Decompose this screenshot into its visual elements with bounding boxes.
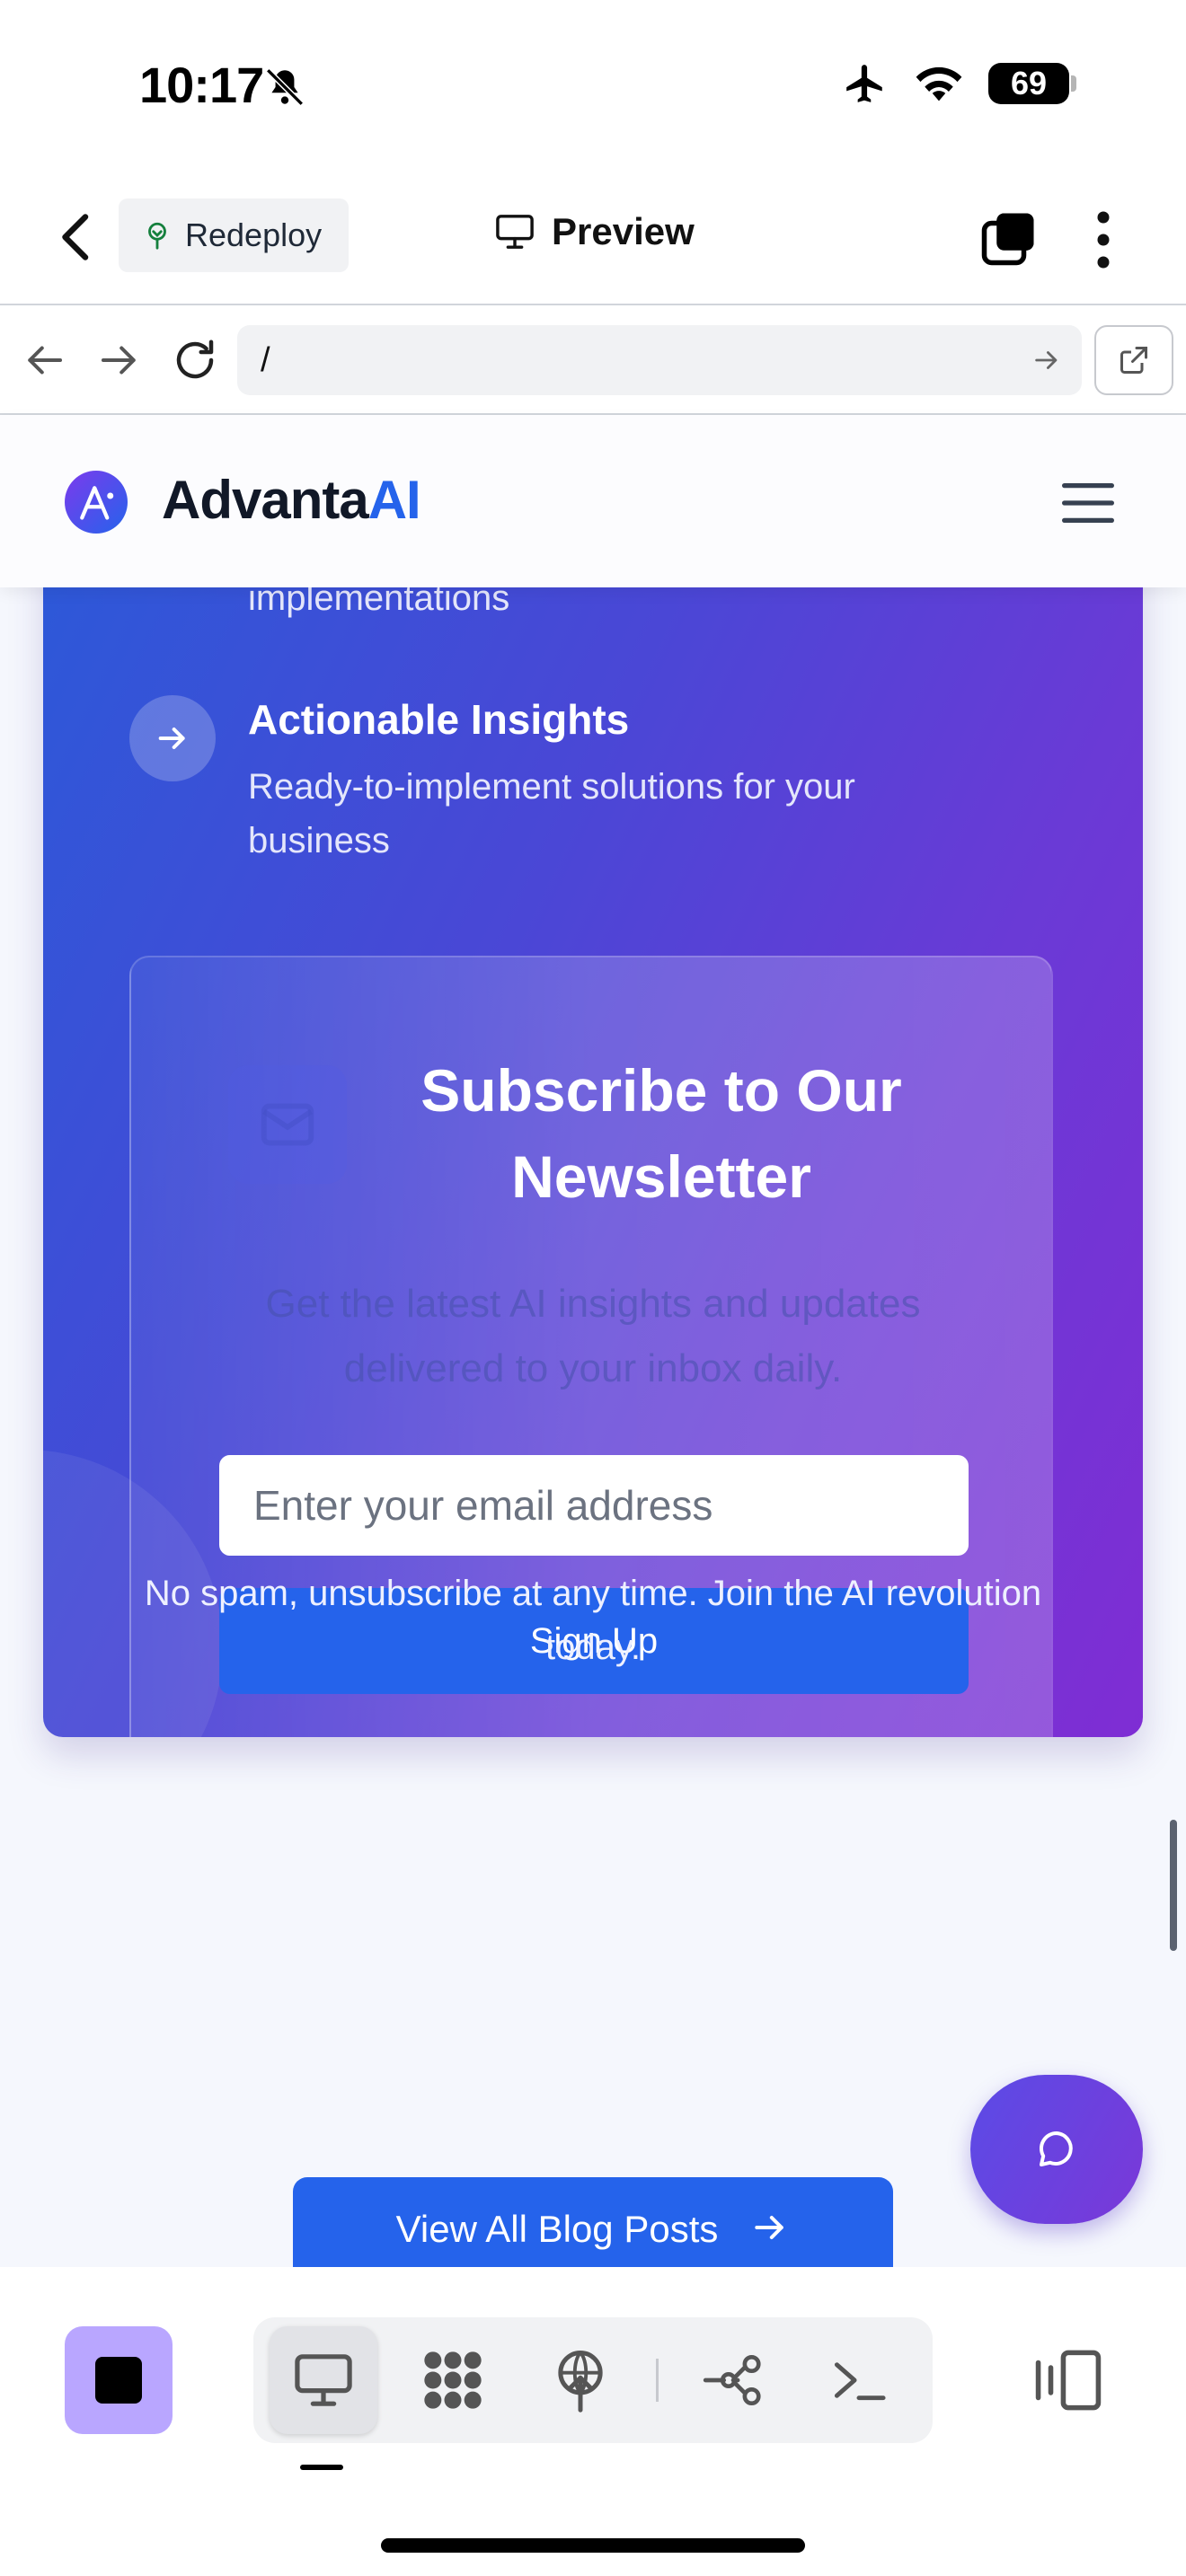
deploy-tree-icon xyxy=(148,222,166,250)
newsletter-icon-box xyxy=(228,1065,347,1184)
wifi-icon xyxy=(916,66,962,101)
redeploy-label: Redeploy xyxy=(185,216,323,253)
email-input[interactable] xyxy=(219,1455,969,1556)
go-arrow-icon[interactable] xyxy=(1031,345,1062,375)
desktop-preview-button[interactable] xyxy=(270,2326,377,2434)
branch-button[interactable] xyxy=(679,2326,787,2434)
newsletter-description: Get the latest AI insights and updates d… xyxy=(265,1282,921,1390)
chat-button[interactable] xyxy=(970,2075,1143,2224)
deploy-icon xyxy=(558,2351,603,2413)
newsletter-title: Subscribe to Our Newsletter xyxy=(420,1057,902,1210)
browser-bar: / xyxy=(0,305,1186,415)
url-text: / xyxy=(261,340,270,379)
chat-bubble-icon xyxy=(1040,2130,1073,2166)
scrollbar-thumb[interactable] xyxy=(1170,1820,1177,1951)
view-all-label: View All Blog Posts xyxy=(395,2208,719,2250)
bottom-toolbar xyxy=(0,2267,1186,2576)
bell-slash-icon xyxy=(266,68,304,106)
newsletter-promo-card: implementations Actionable Insights Read… xyxy=(43,587,1143,1737)
preview-title[interactable]: Preview xyxy=(494,210,695,253)
active-tab-indicator xyxy=(300,2465,343,2470)
toolbar-separator xyxy=(656,2359,659,2402)
hamburger-menu-icon[interactable] xyxy=(1062,483,1114,523)
logo-icon[interactable] xyxy=(65,471,128,534)
stop-icon xyxy=(95,2357,142,2404)
logo-accent: AI xyxy=(367,470,421,530)
preview-label: Preview xyxy=(552,210,695,252)
arrow-right-icon xyxy=(755,2215,784,2240)
status-time: 10:17 xyxy=(139,57,264,113)
status-bar: 10:17 69 xyxy=(0,0,1186,171)
stop-button[interactable] xyxy=(65,2326,173,2434)
tabs-icon[interactable] xyxy=(979,208,1039,268)
deploy-button[interactable] xyxy=(527,2326,634,2434)
reload-icon[interactable] xyxy=(171,336,219,384)
page-content: implementations Actionable Insights Read… xyxy=(0,587,1186,2267)
mail-check-icon xyxy=(261,1103,314,1146)
open-external-button[interactable] xyxy=(1094,325,1173,395)
site-navbar: AdvantaAI xyxy=(0,415,1186,587)
branch-icon xyxy=(703,2354,761,2406)
back-chevron-icon[interactable] xyxy=(54,210,99,264)
back-arrow-icon[interactable] xyxy=(20,336,68,384)
url-field[interactable]: / xyxy=(237,325,1082,395)
view-all-blog-posts-button[interactable]: View All Blog Posts xyxy=(293,2177,893,2267)
modules-icon xyxy=(424,2351,482,2409)
redeploy-button[interactable]: Redeploy xyxy=(119,198,350,272)
app-header: Redeploy Preview xyxy=(0,171,1186,305)
feature-item-tail: implementations xyxy=(248,587,510,618)
modules-button[interactable] xyxy=(399,2326,507,2434)
tool-group xyxy=(253,2317,933,2443)
forward-arrow-icon[interactable] xyxy=(95,336,144,384)
feature-title: Actionable Insights xyxy=(248,696,630,743)
newsletter-fine-print: No spam, unsubscribe at any time. Join t… xyxy=(144,1574,1042,1667)
airplane-icon xyxy=(846,65,882,102)
feature-description: Ready-to-implement solutions for your bu… xyxy=(248,767,855,860)
monitor-icon xyxy=(496,215,534,249)
feature-arrow-badge xyxy=(129,695,216,781)
home-indicator xyxy=(381,2538,805,2553)
terminal-button[interactable] xyxy=(805,2326,913,2434)
logo-main: Advanta xyxy=(162,470,369,530)
logo-text[interactable]: AdvantaAI xyxy=(162,469,421,531)
desktop-icon xyxy=(295,2354,352,2406)
arrow-right-icon xyxy=(158,728,185,749)
more-vertical-icon[interactable] xyxy=(1085,208,1121,271)
battery-icon: 69 xyxy=(988,63,1076,104)
external-link-icon xyxy=(1120,347,1147,374)
panel-toggle-icon[interactable] xyxy=(1033,2346,1103,2414)
terminal-icon xyxy=(834,2362,886,2401)
